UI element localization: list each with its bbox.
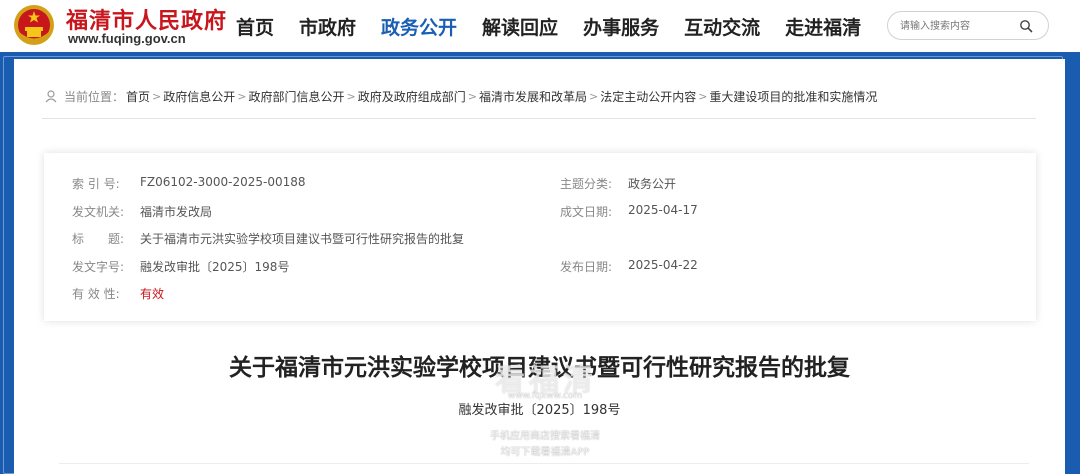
main-nav: 首页 市政府 政务公开 解读回应 办事服务 互动交流 走进福清 <box>236 0 886 52</box>
breadcrumb-statutory-content[interactable]: 法定主动公开内容 <box>600 88 696 105</box>
index-label: 索 引 号: <box>72 177 120 191</box>
breadcrumb: 当前位置： 首页 > 政府信息公开 > 政府部门信息公开 > 政府及政府组成部门… <box>44 86 877 106</box>
info-row-validity: 有 效 性: 有效 <box>72 285 164 302</box>
issuer-value: 福清市发改局 <box>140 205 213 219</box>
index-value: FZ06102-3000-2025-00188 <box>140 175 306 189</box>
breadcrumb-dept-info[interactable]: 政府部门信息公开 <box>248 88 344 105</box>
topic-value: 政务公开 <box>628 177 677 191</box>
breadcrumb-separator: > <box>588 89 599 103</box>
breadcrumb-separator: > <box>467 89 477 103</box>
site-url: www.fuqing.gov.cn <box>68 31 186 46</box>
info-row-doc-number: 发文字号: 融发改审批〔2025〕198号 <box>72 258 289 275</box>
nav-item-home[interactable]: 首页 <box>236 13 274 40</box>
validity-label: 有 效 性: <box>72 287 120 301</box>
doc-number-label: 发文字号: <box>72 260 125 274</box>
info-row-topic: 主题分类: 政务公开 <box>560 175 676 192</box>
info-row-publish: 发布日期: 2025-04-22 <box>560 258 698 275</box>
breadcrumb-gov-info[interactable]: 政府信息公开 <box>163 88 235 105</box>
issuer-label: 发文机关: <box>72 205 125 219</box>
site-header: 福清市人民政府 www.fuqing.gov.cn 首页 市政府 政务公开 解读… <box>0 0 1080 52</box>
document-info-panel: 索 引 号: FZ06102-3000-2025-00188 主题分类: 政务公… <box>44 153 1036 321</box>
validity-value: 有效 <box>140 287 165 301</box>
info-row-issuer: 发文机关: 福清市发改局 <box>72 203 212 220</box>
publish-date-label: 发布日期: <box>560 260 613 274</box>
content-panel: 当前位置： 首页 > 政府信息公开 > 政府部门信息公开 > 政府及政府组成部门… <box>14 59 1065 474</box>
national-emblem-icon[interactable] <box>12 3 56 47</box>
breadcrumb-gov-depts[interactable]: 政府及政府组成部门 <box>358 88 466 105</box>
title-label: 标 题: <box>72 232 125 246</box>
publish-date-value: 2025-04-22 <box>628 258 698 272</box>
info-row-title: 标 题: 关于福清市元洪实验学校项目建议书暨可行性研究报告的批复 <box>72 230 464 247</box>
content-divider <box>59 463 1029 464</box>
nav-item-city-government[interactable]: 市政府 <box>299 13 356 40</box>
breadcrumb-separator: > <box>346 89 356 103</box>
nav-item-services[interactable]: 办事服务 <box>583 13 659 40</box>
search-input[interactable] <box>900 18 1018 34</box>
nav-item-about-fuqing[interactable]: 走进福清 <box>785 13 861 40</box>
breadcrumb-prefix: 当前位置： <box>64 89 125 104</box>
title-value: 关于福清市元洪实验学校项目建议书暨可行性研究报告的批复 <box>140 232 465 246</box>
breadcrumb-home[interactable]: 首页 <box>126 88 150 105</box>
written-date-label: 成文日期: <box>560 205 613 219</box>
breadcrumb-separator: > <box>152 89 162 103</box>
topic-label: 主题分类: <box>560 177 613 191</box>
nav-item-interaction[interactable]: 互动交流 <box>684 13 760 40</box>
nav-item-government-affairs[interactable]: 政务公开 <box>381 13 457 40</box>
breadcrumb-separator: > <box>698 89 708 103</box>
info-row-date: 成文日期: 2025-04-17 <box>560 203 698 220</box>
document-title: 关于福清市元洪实验学校项目建议书暨可行性研究报告的批复 <box>229 355 850 381</box>
breadcrumb-divider <box>42 118 1036 119</box>
written-date-value: 2025-04-17 <box>628 203 698 217</box>
info-row-index: 索 引 号: FZ06102-3000-2025-00188 <box>72 175 306 192</box>
doc-number-value: 融发改审批〔2025〕198号 <box>140 260 290 274</box>
breadcrumb-dev-reform-bureau[interactable]: 福清市发展和改革局 <box>479 88 587 105</box>
nav-item-interpretation[interactable]: 解读回应 <box>482 13 558 40</box>
search-icon[interactable] <box>1019 19 1033 33</box>
breadcrumb-separator: > <box>237 89 247 103</box>
breadcrumb-major-projects[interactable]: 重大建设项目的批准和实施情况 <box>709 88 877 105</box>
document-number: 融发改审批〔2025〕198号 <box>458 403 621 418</box>
search-box[interactable] <box>887 11 1049 40</box>
location-user-icon <box>45 90 57 103</box>
